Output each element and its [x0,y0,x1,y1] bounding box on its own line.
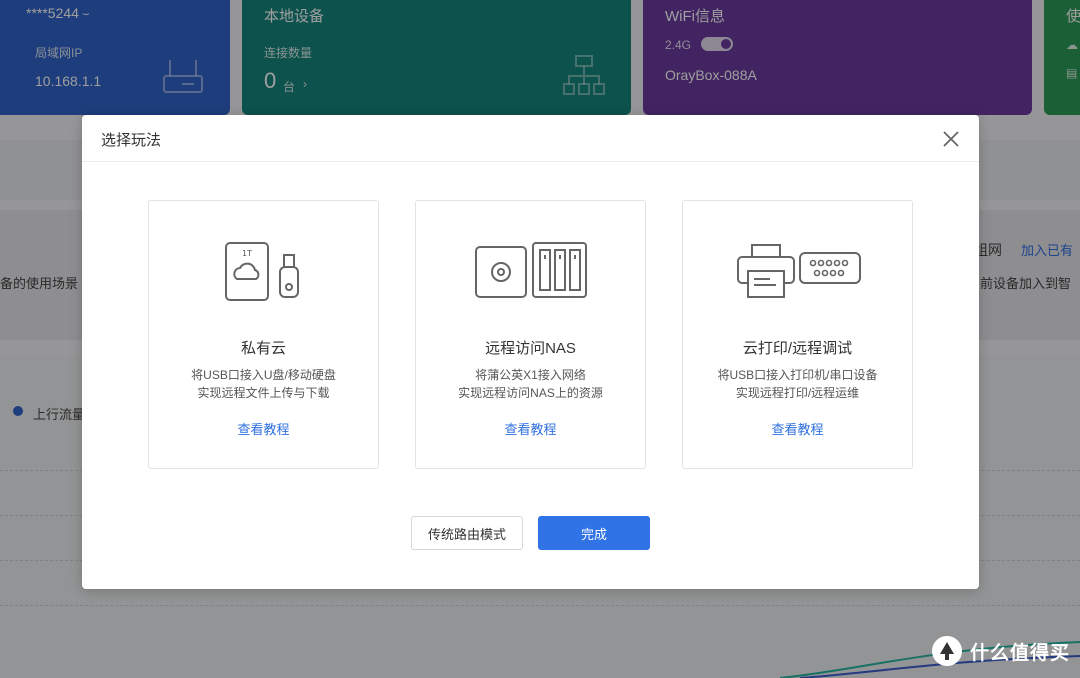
view-tutorial-link[interactable]: 查看教程 [683,419,912,438]
option-desc-line-1: 将蒲公英X1接入网络 [475,368,586,382]
option-desc-line-2: 实现远程打印/远程运维 [735,386,860,400]
cloud-storage-usb-icon: 1T [224,242,299,301]
option-desc-line-1: 将USB口接入打印机/串口设备 [717,368,878,382]
close-icon[interactable] [939,127,963,151]
done-button[interactable]: 完成 [538,516,650,550]
watermark-text: 什么值得买 [969,642,1070,664]
traditional-router-mode-button[interactable]: 传统路由模式 [411,516,523,550]
printer-serial-icon [736,244,861,298]
watermark: 什么值得买 [931,636,1070,666]
view-tutorial-link[interactable]: 查看教程 [416,419,645,438]
option-title: 远程访问NAS [485,340,576,357]
option-title: 云打印/远程调试 [742,340,853,357]
view-tutorial-link[interactable]: 查看教程 [149,419,378,438]
zhi-logo-icon [931,636,962,666]
dialog-header: 选择玩法 [82,115,979,162]
dialog-title: 选择玩法 [101,132,162,149]
select-mode-dialog: 选择玩法 1T 私有云 将USB口接入U盘/移动硬盘 实现远程文件上传与下载 查… [82,115,979,589]
option-private-cloud[interactable]: 1T 私有云 将USB口接入U盘/移动硬盘 实现远程文件上传与下载 查看教程 [148,200,379,469]
option-desc-line-1: 将USB口接入U盘/移动硬盘 [191,368,336,382]
option-desc-line-2: 实现远程访问NAS上的资源 [458,386,603,400]
option-remote-nas[interactable]: 远程访问NAS 将蒲公英X1接入网络 实现远程访问NAS上的资源 查看教程 [415,200,646,469]
nas-icon [474,242,587,298]
option-desc-line-2: 实现远程文件上传与下载 [197,386,330,400]
option-title: 私有云 [240,340,286,357]
option-cloud-print[interactable]: 云打印/远程调试 将USB口接入打印机/串口设备 实现远程打印/远程运维 查看教… [682,200,913,469]
drive-capacity-label: 1T [242,249,252,258]
